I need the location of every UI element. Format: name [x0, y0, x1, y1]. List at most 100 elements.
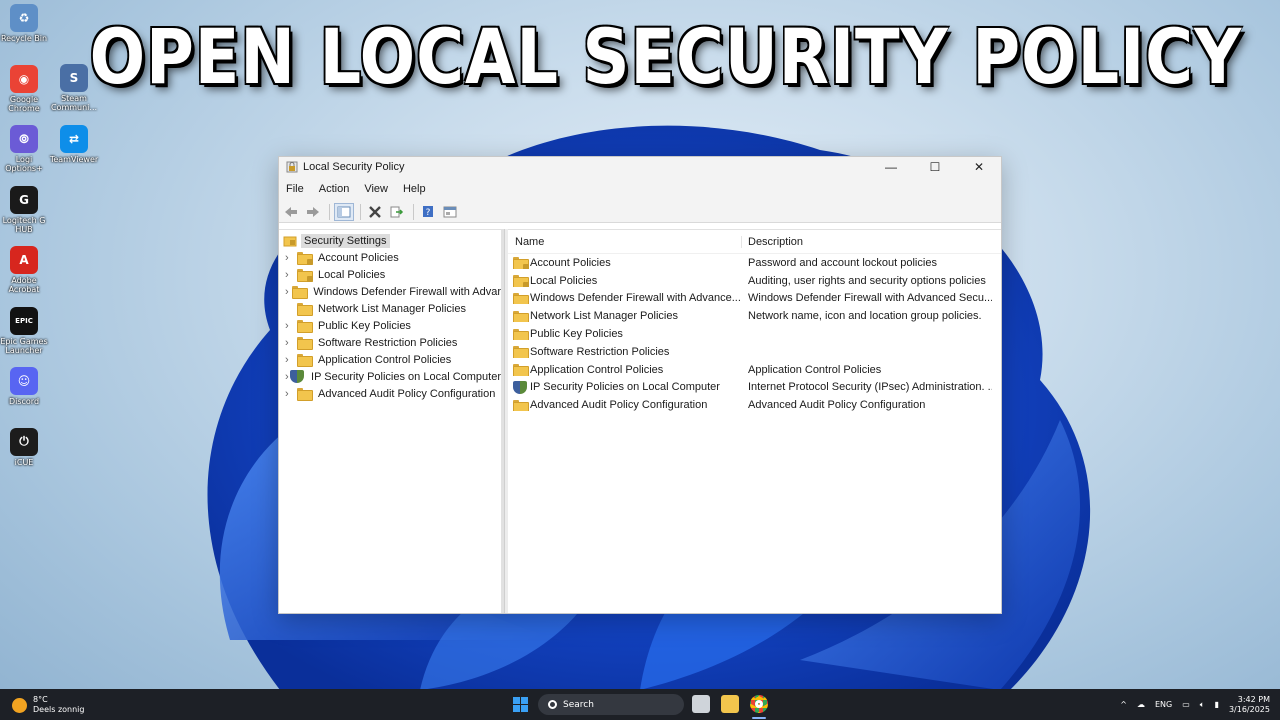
tree-item[interactable]: › IP Security Policies on Local Computer — [279, 368, 501, 385]
weather-temperature: 8°C — [33, 695, 48, 704]
tree-item[interactable]: › Public Key Policies — [279, 317, 501, 334]
back-arrow-icon[interactable] — [281, 203, 301, 221]
tree-item[interactable]: › Software Restriction Policies — [279, 334, 501, 351]
list-row[interactable]: Local Policies Auditing, user rights and … — [508, 272, 1001, 290]
cloud-icon[interactable]: ☁ — [1137, 700, 1145, 709]
column-header-name[interactable]: Name — [508, 235, 742, 248]
toolbar-separator — [329, 203, 330, 220]
list-row[interactable]: Software Restriction Policies — [508, 343, 1001, 361]
weather-sun-icon — [12, 697, 27, 713]
folder-icon — [513, 399, 529, 412]
close-button[interactable]: ✕ — [957, 157, 1001, 177]
steam-icon: S — [60, 64, 88, 92]
title-bar[interactable]: Local Security Policy — ☐ ✕ — [279, 157, 1001, 177]
chevron-right-icon[interactable]: › — [285, 252, 297, 264]
search-icon — [548, 700, 557, 709]
chevron-right-icon[interactable]: › — [285, 388, 297, 400]
delete-icon[interactable] — [365, 203, 385, 221]
list-row[interactable]: Windows Defender Firewall with Advance..… — [508, 290, 1001, 308]
network-icon[interactable]: ▭ — [1182, 700, 1190, 709]
row-name-cell: Account Policies — [508, 257, 742, 269]
acrobat-icon: A — [10, 246, 38, 274]
list-row[interactable]: Advanced Audit Policy Configuration Advan… — [508, 396, 1001, 414]
row-description: Internet Protocol Security (IPsec) Admin… — [748, 381, 992, 394]
desktop-shortcut[interactable]: A Adobe Acrobat — [0, 246, 49, 294]
folder-icon — [513, 328, 529, 341]
clock[interactable]: 3:42 PM 3/16/2025 — [1229, 695, 1270, 715]
task-view-icon[interactable] — [692, 695, 710, 713]
show-hide-console-tree-icon[interactable] — [334, 202, 354, 221]
menu-help[interactable]: Help — [403, 183, 426, 195]
desktop-shortcut[interactable]: ☺ Discord — [0, 367, 49, 406]
start-button[interactable] — [513, 697, 528, 712]
chevron-right-icon[interactable]: › — [285, 269, 297, 281]
row-name-cell: Advanced Audit Policy Configuration — [508, 399, 742, 412]
menu-file[interactable]: File — [286, 183, 304, 195]
desktop-shortcut[interactable]: ♻ Recycle Bin — [0, 4, 49, 43]
folder-icon — [297, 337, 313, 350]
desktop-shortcut-label: Logi Options+ — [5, 155, 43, 173]
weather-description: Deels zonnig — [33, 705, 85, 714]
details-list: Name Description Account Policies Passwor… — [508, 229, 1001, 613]
clock-time: 3:42 PM — [1237, 694, 1270, 704]
chevron-up-icon[interactable]: ^ — [1120, 700, 1127, 709]
row-name-cell: Public Key Policies — [508, 328, 742, 341]
list-header: Name Description — [508, 230, 1001, 254]
tree-root-security-settings[interactable]: Security Settings — [279, 232, 501, 249]
chevron-right-icon[interactable]: › — [285, 354, 297, 366]
chrome-icon: ◉ — [10, 64, 38, 93]
list-row[interactable]: Account Policies Password and account loc… — [508, 254, 1001, 272]
forward-arrow-icon[interactable] — [303, 203, 323, 221]
tree-item[interactable]: › Local Policies — [279, 266, 501, 283]
ip-security-shield-icon — [513, 380, 527, 394]
maximize-button[interactable]: ☐ — [913, 157, 957, 177]
folder-icon — [297, 303, 313, 316]
tree-item-label: Application Control Policies — [318, 353, 452, 366]
desktop-shortcut[interactable]: ⇄ TeamViewer — [49, 124, 99, 164]
row-name: Advanced Audit Policy Configuration — [530, 399, 708, 412]
taskbar-search-box[interactable]: Search — [538, 694, 684, 715]
minimize-button[interactable]: — — [869, 157, 913, 177]
folder-icon — [513, 346, 529, 358]
row-name: Software Restriction Policies — [530, 345, 670, 358]
tree-item[interactable]: › Application Control Policies — [279, 351, 501, 368]
list-row[interactable]: Public Key Policies — [508, 325, 1001, 343]
help-icon[interactable]: ? — [418, 203, 438, 221]
tree-item[interactable]: › Account Policies — [279, 249, 501, 266]
desktop-shortcut[interactable]: G Logitech G HUB — [0, 185, 49, 234]
language-indicator[interactable]: ENG — [1155, 700, 1172, 709]
weather-widget[interactable]: 8°C Deels zonnig — [12, 695, 84, 715]
menu-view[interactable]: View — [364, 183, 388, 195]
battery-icon[interactable]: ▮ — [1215, 700, 1219, 709]
desktop-shortcut[interactable]: ⦾ Logi Options+ — [0, 125, 49, 173]
properties-icon[interactable] — [440, 203, 460, 221]
volume-icon[interactable]: 🔈︎ — [1200, 700, 1205, 710]
security-settings-icon — [283, 236, 297, 247]
tree-item-label: Account Policies — [318, 251, 399, 264]
column-header-description[interactable]: Description — [742, 236, 803, 248]
tree-item-label: Local Policies — [318, 268, 386, 281]
folder-icon — [513, 292, 529, 305]
chevron-right-icon[interactable]: › — [285, 320, 297, 332]
desktop-shortcut-label: TeamViewer — [49, 154, 99, 164]
tree-item[interactable]: › Windows Defender Firewall with Advar — [279, 283, 501, 300]
desktop-shortcut[interactable]: EPIC Epic Games Launcher — [0, 306, 49, 355]
export-list-icon[interactable] — [387, 203, 407, 221]
menu-action[interactable]: Action — [319, 183, 350, 195]
locked-folder-icon — [513, 275, 529, 287]
file-explorer-icon[interactable] — [721, 695, 739, 713]
row-name-cell: Network List Manager Policies — [508, 310, 742, 323]
chrome-taskbar-icon[interactable] — [750, 695, 768, 713]
chevron-right-icon[interactable]: › — [285, 286, 292, 298]
list-row[interactable]: Network List Manager Policies Network nam… — [508, 307, 1001, 325]
list-row[interactable]: IP Security Policies on Local Computer In… — [508, 379, 1001, 397]
list-row[interactable]: Application Control Policies Application … — [508, 361, 1001, 379]
row-description: Advanced Audit Policy Configuration — [748, 399, 926, 412]
row-description: Application Control Policies — [748, 363, 882, 376]
tree-item[interactable]: ›Network List Manager Policies — [279, 300, 501, 317]
tree-item[interactable]: › Advanced Audit Policy Configuration — [279, 385, 501, 402]
desktop-shortcut[interactable]: ⏻ iCUE — [0, 427, 49, 467]
desktop-shortcut[interactable]: ◉ Google Chrome — [0, 64, 49, 113]
chevron-right-icon[interactable]: › — [285, 337, 297, 349]
locked-folder-icon — [297, 252, 313, 265]
